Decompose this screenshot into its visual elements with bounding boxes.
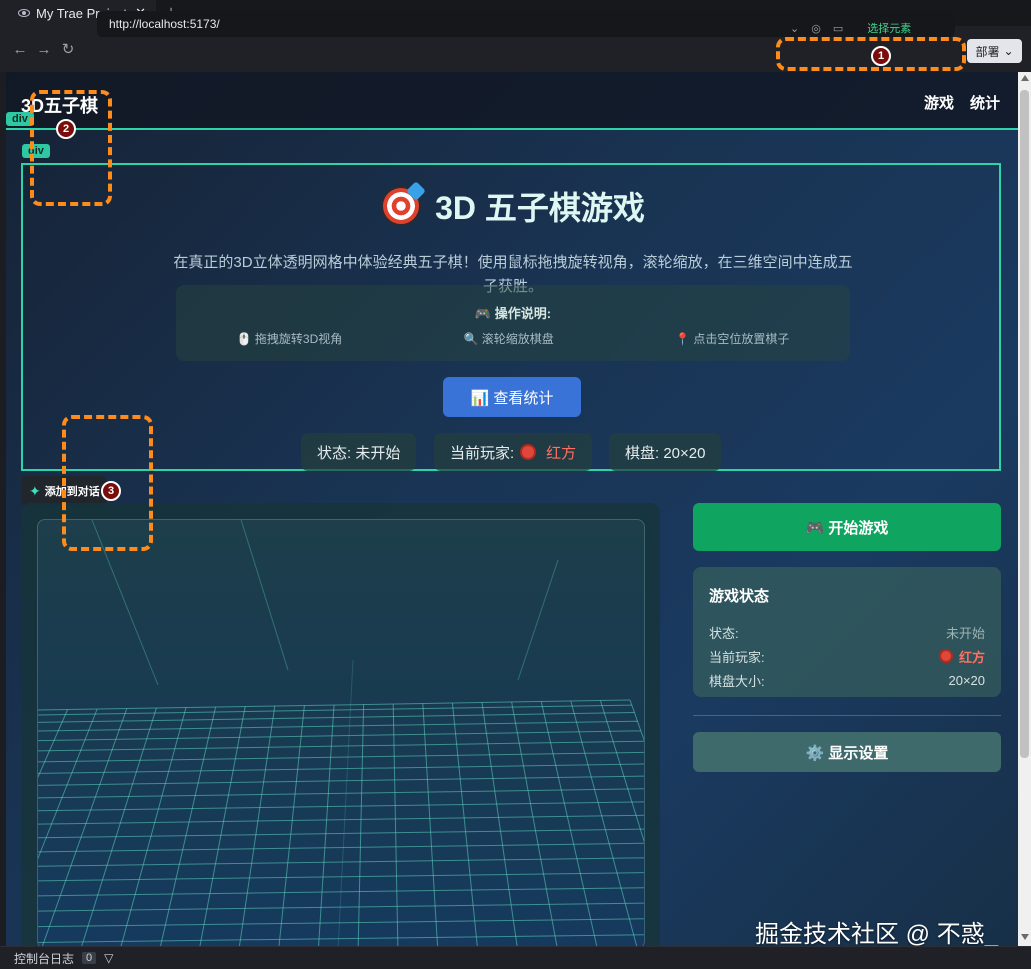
game-status-card: 游戏状态 状态: 未开始 当前玩家: 红方 棋盘大小: 20×20 xyxy=(693,567,1001,697)
chevron-down-icon[interactable]: ⌄ xyxy=(790,22,799,35)
board-size-value: 20×20 xyxy=(948,672,985,688)
grid-line xyxy=(451,702,478,946)
watermark: 掘金技术社区 @ 不惑_ xyxy=(755,921,999,948)
red-stone-icon xyxy=(938,649,953,663)
guide-items: 🖱️ 拖拽旋转3D视角 🔍 滚轮缩放棋盘 📍 点击空位放置棋子 xyxy=(176,330,850,347)
grid-line xyxy=(38,842,644,853)
controls-guide: 🎮 操作说明: 🖱️ 拖拽旋转3D视角 🔍 滚轮缩放棋盘 📍 点击空位放置棋子 xyxy=(176,285,850,361)
player-chip-label: 当前玩家: xyxy=(450,444,515,462)
target-icon xyxy=(381,186,422,226)
grid-line xyxy=(38,918,644,928)
grid-line xyxy=(199,706,246,946)
deploy-button[interactable]: 部署 ⌄ xyxy=(967,39,1022,63)
red-stone-icon xyxy=(520,444,537,460)
grid-line xyxy=(570,700,638,946)
back-icon[interactable]: ← xyxy=(8,41,32,58)
status-row: 状态: 未开始 xyxy=(709,620,985,644)
forward-icon[interactable]: → xyxy=(32,41,56,58)
player-row-value-text: 红方 xyxy=(958,649,985,665)
eye-icon xyxy=(18,9,30,17)
grid-line xyxy=(357,704,365,946)
grid-line xyxy=(38,730,641,742)
board-canvas[interactable] xyxy=(37,519,645,946)
grid-line xyxy=(38,788,644,799)
page-title: 3D 五子棋游戏 xyxy=(23,183,1003,229)
grid-line xyxy=(629,699,644,742)
grid-line xyxy=(481,702,518,946)
status-row-value: 未开始 xyxy=(945,625,985,641)
grid-line xyxy=(238,705,276,946)
site-header: 3D五子棋 游戏 统计 xyxy=(6,72,1018,130)
console-label[interactable]: 控制台日志 xyxy=(14,950,74,967)
filter-icon[interactable]: ▽ xyxy=(104,951,113,965)
sparkle-icon: ✦ xyxy=(29,482,41,499)
callout-badge-2: 2 xyxy=(56,119,76,139)
guide-item-place: 📍 点击空位放置棋子 xyxy=(675,332,790,346)
hero-title-text: 3D 五子棋游戏 xyxy=(435,190,645,226)
callout-badge-3: 3 xyxy=(101,481,121,501)
board-card xyxy=(21,503,660,946)
view-stats-button[interactable]: 📊 查看统计 xyxy=(443,377,581,417)
grid-line xyxy=(318,704,335,946)
board-size-row: 棋盘大小: 20×20 xyxy=(709,668,985,692)
grid-line xyxy=(511,701,558,946)
grid-line xyxy=(38,828,644,839)
top-nav: 游戏 统计 xyxy=(924,92,1000,113)
hero-section: 3D 五子棋游戏 在真正的3D立体透明网格中体验经典五子棋！使用鼠标拖拽旋转视角… xyxy=(21,163,1001,471)
compass-icon[interactable]: ◎ xyxy=(811,22,821,35)
grid-line xyxy=(422,703,439,946)
guide-line xyxy=(517,559,559,681)
player-chip-value: 红方 xyxy=(546,444,577,462)
board-size-chip: 棋盘: 20×20 xyxy=(609,433,722,471)
callout-box-2 xyxy=(30,90,112,206)
guide-item-zoom: 🔍 滚轮缩放棋盘 xyxy=(463,332,554,346)
guide-line xyxy=(337,659,354,946)
grid-line xyxy=(38,801,644,812)
guide-line xyxy=(240,520,289,671)
console-bar: 控制台日志 0 ▽ xyxy=(0,946,1031,969)
player-chip: 当前玩家: 红方 xyxy=(434,433,593,471)
chevron-down-icon: ⌄ xyxy=(1003,44,1014,58)
board-size-label: 棋盘大小: xyxy=(709,673,765,689)
player-row-label: 当前玩家: xyxy=(709,649,765,665)
grid-line xyxy=(38,740,644,752)
3d-grid-board[interactable] xyxy=(38,520,645,946)
scrollbar-thumb[interactable] xyxy=(1020,90,1029,758)
device-icon[interactable]: ▭ xyxy=(833,22,843,35)
player-row: 当前玩家: 红方 xyxy=(709,644,985,668)
grid-line xyxy=(392,703,399,946)
reload-icon[interactable]: ↻ xyxy=(56,40,80,58)
grid-line xyxy=(38,763,644,774)
start-game-button[interactable]: 🎮 开始游戏 xyxy=(693,503,1001,551)
deploy-label: 部署 xyxy=(975,44,1000,59)
callout-badge-1: 1 xyxy=(871,46,891,66)
grid-line xyxy=(38,814,644,825)
console-count-badge: 0 xyxy=(82,952,97,964)
grid-line xyxy=(38,775,644,786)
guide-item-drag: 🖱️ 拖拽旋转3D视角 xyxy=(236,332,343,346)
display-settings-button[interactable]: ⚙️ 显示设置 xyxy=(693,732,1001,772)
grid-line xyxy=(38,902,644,912)
grid-line xyxy=(38,857,644,867)
scroll-up-icon[interactable] xyxy=(1021,75,1029,81)
status-row-label: 状态: xyxy=(709,625,739,641)
scroll-down-icon[interactable] xyxy=(1021,934,1029,940)
status-card-title: 游戏状态 xyxy=(709,588,770,605)
page-viewport: 3D五子棋 游戏 统计 div div 3D 五子棋游戏 在真正的3D立体透明网… xyxy=(6,72,1018,946)
grid-line xyxy=(38,934,644,943)
player-row-value: 红方 xyxy=(937,647,985,666)
divider xyxy=(693,715,1001,716)
status-chip: 状态: 未开始 xyxy=(301,433,417,471)
select-element-button[interactable]: 选择元素 xyxy=(867,20,911,36)
nav-game[interactable]: 游戏 xyxy=(924,92,954,113)
guide-title: 🎮 操作说明: xyxy=(474,306,552,321)
nav-stats[interactable]: 统计 xyxy=(970,92,1000,113)
grid-line xyxy=(599,700,644,843)
grid-line xyxy=(278,705,305,946)
